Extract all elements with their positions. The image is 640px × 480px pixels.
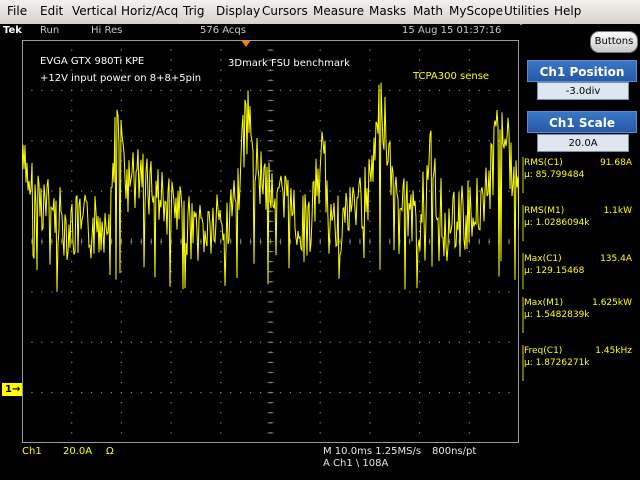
ch1-marker-label: 1 — [5, 384, 12, 395]
bottom-vertical-scale[interactable]: 20.0A — [63, 446, 92, 457]
benchmark-label: 3Dmark FSU benchmark — [228, 58, 350, 69]
measurement-freq-c1[interactable]: Freq(C1) 1.45kHz µ: 1.8726271k — [524, 346, 636, 386]
waveform-display — [22, 40, 519, 443]
bottom-channel[interactable]: Ch1 — [22, 446, 42, 457]
menu-horiz-acq[interactable]: Horiz/Acq — [121, 4, 178, 18]
meas-mean: µ: 1.0286094k — [524, 218, 590, 228]
ch1-waveform — [22, 82, 519, 292]
meas-name: Max(C1) — [524, 254, 562, 264]
resolution-readout: 800ns/pt — [432, 446, 477, 457]
meas-value: 1.625kW — [592, 298, 632, 308]
probe-label: TCPA300 sense — [413, 71, 490, 82]
ch1-position-header: Ch1 Position — [527, 60, 637, 82]
menu-myscope[interactable]: MyScope — [449, 4, 503, 18]
menu-edit[interactable]: Edit — [40, 4, 63, 18]
ch1-position-value[interactable]: -3.0div — [537, 82, 629, 100]
meas-mean: µ: 1.5482839k — [524, 310, 590, 320]
meas-value: 1.1kW — [603, 206, 632, 216]
status-bar: Tek Run Hi Res 576 Acqs 15 Aug 15 01:37:… — [0, 24, 520, 40]
timebase-readout[interactable]: M 10.0ms 1.25MS/s — [323, 446, 421, 457]
bottom-coupling: Ω — [106, 446, 114, 457]
meas-value: 91.68A — [600, 158, 632, 168]
measurement-max-m1[interactable]: Max(M1) 1.625kW µ: 1.5482839k — [524, 298, 636, 338]
status-datetime: 15 Aug 15 01:37:16 — [402, 25, 502, 36]
measurement-rms-c1[interactable]: RMS(C1) 91.68A µ: 85.799484 — [524, 158, 636, 198]
meas-name: RMS(C1) — [524, 158, 563, 168]
meas-name: Max(M1) — [524, 298, 564, 308]
ch1-scale-header: Ch1 Scale — [527, 111, 637, 133]
menu-vertical[interactable]: Vertical — [72, 4, 117, 18]
menu-bar: File Edit Vertical Horiz/Acq Trig Displa… — [0, 0, 640, 25]
menu-utilities[interactable]: Utilities — [504, 4, 549, 18]
meas-value: 1.45kHz — [595, 346, 632, 356]
acq-mode: Hi Res — [91, 25, 123, 36]
menu-cursors[interactable]: Cursors — [262, 4, 308, 18]
menu-file[interactable]: File — [7, 4, 27, 18]
meas-name: RMS(M1) — [524, 206, 565, 216]
readout-bar: Ch1 20.0A Ω M 10.0ms 1.25MS/s 800ns/pt A… — [0, 443, 522, 480]
brand-label: Tek — [3, 25, 22, 36]
run-state: Run — [40, 25, 60, 36]
meas-mean: µ: 85.799484 — [524, 170, 585, 180]
measurement-rms-m1[interactable]: RMS(M1) 1.1kW µ: 1.0286094k — [524, 206, 636, 246]
buttons-button[interactable]: Buttons — [590, 31, 638, 53]
card-label: EVGA GTX 980Ti KPE — [40, 56, 145, 67]
menu-help[interactable]: Help — [554, 4, 581, 18]
acq-count: 576 Acqs — [200, 25, 246, 36]
trigger-readout[interactable]: A Ch1 \ 108A — [323, 458, 388, 469]
menu-masks[interactable]: Masks — [369, 4, 406, 18]
measurement-max-c1[interactable]: Max(C1) 135.4A µ: 129.15468 — [524, 254, 636, 294]
meas-value: 135.4A — [600, 254, 632, 264]
ch1-scale-value[interactable]: 20.0A — [537, 134, 629, 152]
meas-name: Freq(C1) — [524, 346, 563, 356]
menu-measure[interactable]: Measure — [313, 4, 364, 18]
meas-mean: µ: 1.8726271k — [524, 358, 590, 368]
ch1-ground-marker[interactable]: 1→ — [2, 383, 22, 396]
meas-mean: µ: 129.15468 — [524, 266, 585, 276]
menu-trig[interactable]: Trig — [183, 4, 204, 18]
power-label: +12V input power on 8+8+5pin — [40, 73, 202, 84]
menu-display[interactable]: Display — [216, 4, 260, 18]
menu-math[interactable]: Math — [413, 4, 443, 18]
